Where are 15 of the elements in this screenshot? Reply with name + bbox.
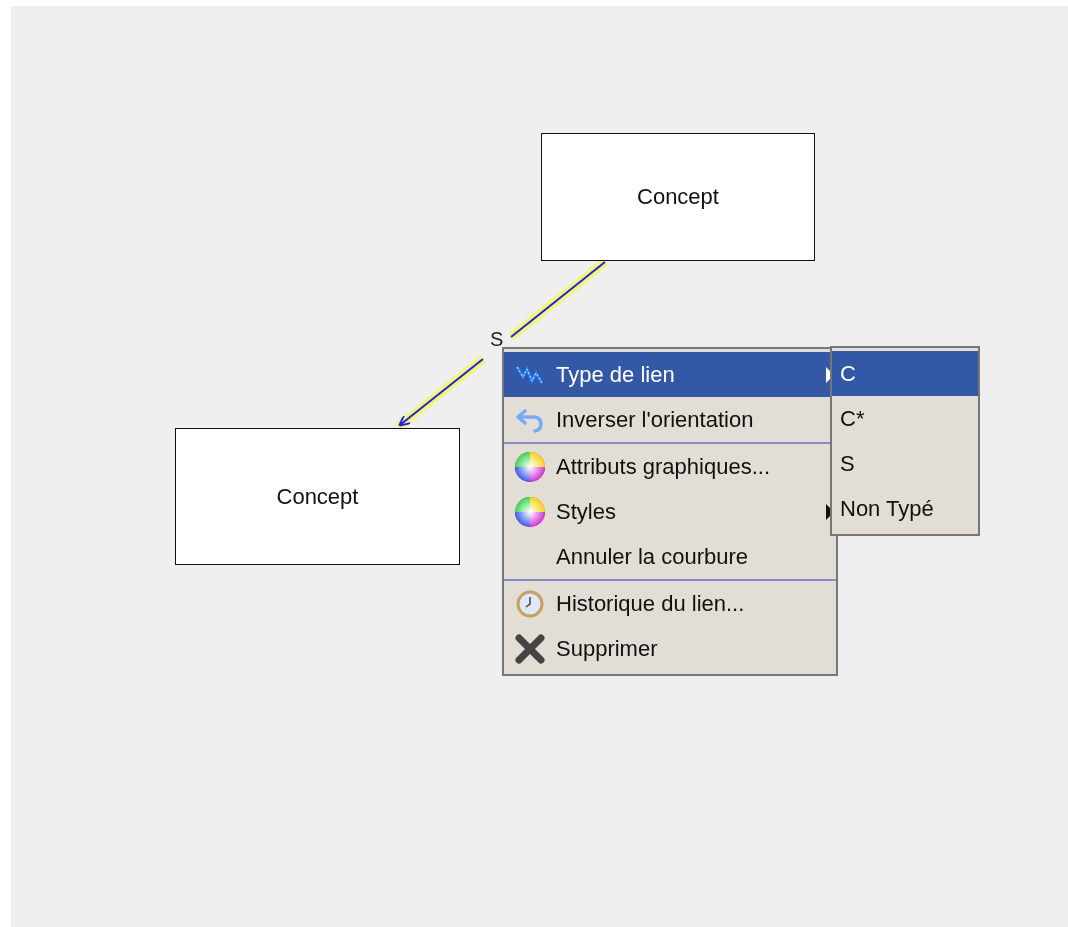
concept-node[interactable]: Concept xyxy=(541,133,815,261)
delete-icon xyxy=(515,633,545,664)
menu-item[interactable]: Annuler la courbure xyxy=(504,534,836,579)
node-label: Concept xyxy=(276,483,359,510)
concept-node[interactable]: Concept xyxy=(175,428,460,565)
color-wheel-icon xyxy=(514,450,546,483)
menu-item[interactable]: Supprimer xyxy=(504,626,836,671)
clock-icon xyxy=(516,589,544,618)
node-label: Concept xyxy=(637,184,719,210)
undo-icon xyxy=(515,406,545,433)
menu-item[interactable]: C xyxy=(832,351,978,396)
color-wheel-icon xyxy=(514,495,546,528)
menu-item[interactable]: Non Typé xyxy=(832,486,978,531)
link-label: S xyxy=(490,328,504,351)
menu-item[interactable]: Historique du lien... xyxy=(504,579,836,626)
